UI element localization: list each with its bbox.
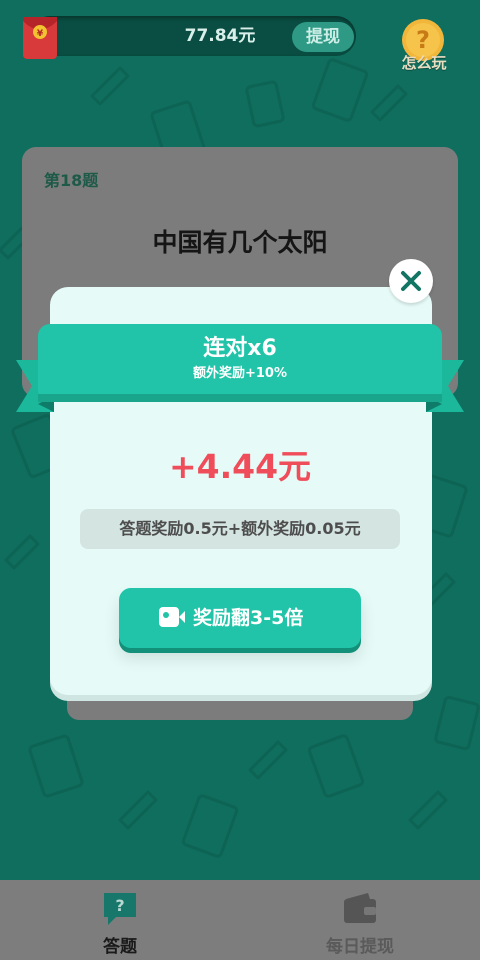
reward-breakdown: 答题奖励0.5元+额外奖励0.05元 [80, 509, 400, 549]
streak-title: 连对x6 [203, 336, 277, 361]
question-text: 中国有几个太阳 [152, 228, 328, 257]
nav-label-answer: 答题 [103, 937, 137, 957]
withdraw-button[interactable]: 提现 [292, 22, 354, 52]
nav-label-daily-withdraw: 每日提现 [326, 937, 394, 957]
multiply-reward-button[interactable]: 奖励翻3-5倍 [119, 588, 361, 648]
red-packet-icon: ¥ [23, 17, 57, 59]
bottom-nav: ? 答题 每日提现 [0, 880, 480, 960]
bonus-subtitle: 额外奖励+10% [192, 366, 287, 381]
svg-text:?: ? [115, 896, 124, 915]
question-bubble-icon: ? [104, 893, 136, 925]
video-icon [159, 607, 185, 627]
question-number: 第18题 [44, 171, 99, 190]
nav-item-answer[interactable]: ? 答题 [60, 880, 180, 960]
svg-text:¥: ¥ [37, 29, 44, 39]
nav-item-daily-withdraw[interactable]: 每日提现 [300, 880, 420, 960]
top-bar: 77.84元 提现 ¥ ? 怎么玩 [0, 0, 480, 90]
multiply-reward-label: 奖励翻3-5倍 [193, 607, 304, 629]
wallet-icon [344, 893, 376, 923]
close-icon [401, 271, 421, 291]
reward-amount: +4.44元 [168, 447, 312, 486]
how-to-play-label[interactable]: 怎么玩 [392, 52, 456, 73]
close-button[interactable] [389, 259, 433, 303]
svg-text:?: ? [416, 26, 430, 54]
